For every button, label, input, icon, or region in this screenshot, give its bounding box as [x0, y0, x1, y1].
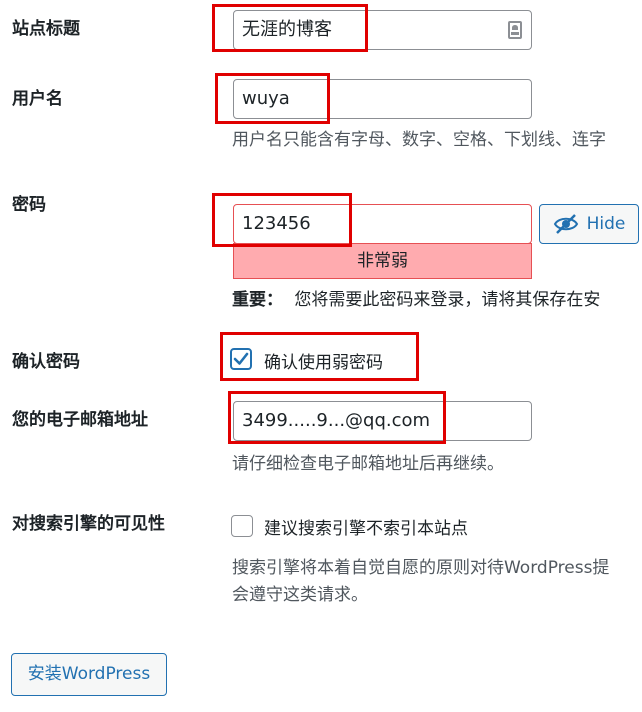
contact-card-icon[interactable]	[508, 21, 522, 39]
username-value: wuya	[242, 88, 290, 109]
discourage-search-engines-label: 建议搜索引擎不索引本站点	[264, 519, 468, 539]
email-input[interactable]: 3499.....9...@qq.com	[233, 401, 532, 441]
username-description: 用户名只能含有字母、数字、空格、下划线、连字	[232, 130, 606, 150]
site-title-value: 无涯的博客	[242, 19, 332, 40]
discourage-search-engines-checkbox[interactable]	[231, 515, 253, 537]
password-note-text: 您将需要此密码来登录，请将其保存在安	[294, 290, 601, 310]
confirm-weak-password-label: 确认使用弱密码	[264, 353, 383, 373]
eye-slash-icon	[553, 214, 578, 234]
email-value: 3499.....9...@qq.com	[242, 410, 431, 431]
site-title-input[interactable]: 无涯的博客	[233, 10, 532, 50]
email-description: 请仔细检查电子邮箱地址后再继续。	[232, 454, 504, 474]
email-label: 您的电子邮箱地址	[12, 410, 148, 430]
username-label: 用户名	[12, 89, 63, 109]
search-visibility-description-line2: 会遵守这类请求。	[232, 585, 368, 605]
checkmark-icon	[233, 352, 249, 365]
password-note-bold: 重要：	[232, 290, 283, 310]
confirm-password-label: 确认密码	[12, 352, 80, 372]
password-strength-meter: 非常弱	[233, 243, 532, 279]
username-input[interactable]: wuya	[233, 79, 532, 119]
site-title-label: 站点标题	[12, 19, 80, 39]
install-wordpress-button[interactable]: 安装WordPress	[11, 653, 167, 696]
search-visibility-label: 对搜索引擎的可见性	[12, 514, 165, 534]
password-label: 密码	[12, 195, 46, 215]
hide-password-button[interactable]: Hide	[539, 204, 639, 244]
search-visibility-description-line1: 搜索引擎将本着自觉自愿的原则对待WordPress提	[232, 558, 610, 578]
hide-button-label: Hide	[586, 214, 626, 234]
password-value: 123456	[242, 213, 311, 234]
password-input[interactable]: 123456	[233, 204, 532, 244]
wordpress-install-form: 站点标题 无涯的博客 用户名 wuya 用户名只能含有字母、数字、空格、下划线、…	[0, 0, 642, 712]
password-note: 重要： 您将需要此密码来登录，请将其保存在安	[232, 287, 600, 314]
confirm-weak-password-checkbox[interactable]	[230, 348, 252, 370]
